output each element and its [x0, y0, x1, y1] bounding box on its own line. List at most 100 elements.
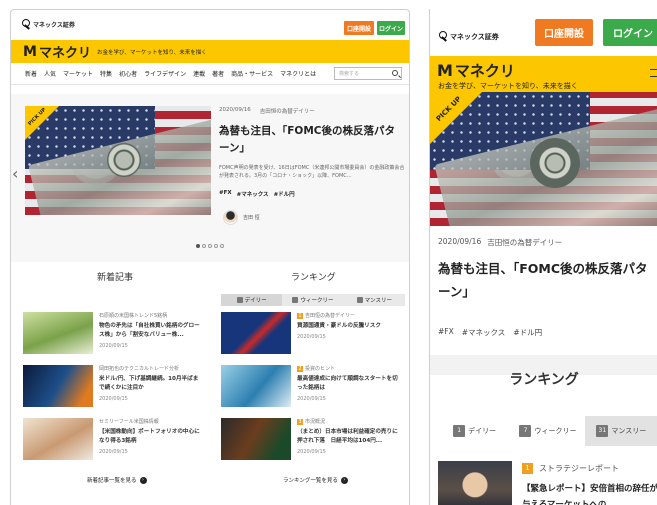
carousel-dot[interactable]	[208, 244, 212, 248]
list-item[interactable]: 岡田拓也のテクニカルトレード分析米ドル/円、下げ基調継続。10月半ばまで続くかに…	[23, 365, 203, 407]
carousel-dot[interactable]	[214, 244, 218, 248]
open-account-button[interactable]: 口座開設	[344, 21, 374, 35]
tab-label: デイリー	[468, 427, 497, 435]
site-name: マネクリ	[38, 46, 91, 61]
article-category-row: 1 ストラテジーレポート	[522, 463, 619, 474]
pickup-image[interactable]: PICK UP	[25, 106, 211, 215]
screenshot-stage: マネックス証券 口座開設 ログイン M マネクリ お金を学び、マーケットを知り、…	[0, 0, 657, 505]
carousel-dots	[196, 244, 224, 248]
site-banner: M マネクリ お金を学び、マーケットを知り、未来を描く	[430, 56, 657, 92]
carousel-dot[interactable]	[196, 244, 200, 248]
manekuri-mark-icon: M	[437, 60, 453, 80]
manekuri-logo[interactable]: M マネクリ	[23, 42, 91, 62]
tab-monthly[interactable]: 31 マンスリー	[584, 416, 657, 446]
tag-link[interactable]: #FX	[219, 190, 232, 198]
carousel-prev-icon[interactable]: ‹	[12, 164, 18, 183]
tab-daily[interactable]: 1 デイリー	[438, 416, 511, 446]
arrow-right-icon: ›	[340, 476, 348, 484]
mobile-page: マネックス証券 口座開設 ログイン M マネクリ お金を学び、マーケットを知り、…	[429, 9, 657, 505]
article-title: （まとめ）日本市場は利益確定の売りに押され下落 日経平均は104円...	[297, 429, 398, 444]
nav-item-market[interactable]: マーケット	[63, 69, 93, 78]
search-icon[interactable]	[392, 70, 398, 76]
tab-daily[interactable]: デイリー	[221, 294, 283, 306]
nav-item-series[interactable]: 連載	[193, 69, 205, 78]
list-item[interactable]: 3 市況概況 （まとめ）日本市場は利益確定の売りに押され下落 日経平均は104円..…	[221, 418, 401, 460]
tag-link[interactable]: #ドル円	[513, 327, 542, 338]
nav-item-feature[interactable]: 特集	[100, 69, 112, 78]
pickup-date: 2020/09/16	[438, 237, 482, 246]
monex-logo[interactable]: マネックス証券	[21, 19, 75, 30]
tab-label: デイリー	[244, 298, 267, 304]
nav-item-authors[interactable]: 著者	[212, 69, 224, 78]
list-item[interactable]: 石原順の米国株トレンド5銘柄 物色の矛先は「自社株買い銘柄のグロース株」から「割安…	[23, 312, 203, 354]
monex-logo[interactable]: マネックス証券	[438, 31, 499, 42]
arrow-right-icon: ›	[139, 476, 147, 484]
article-title: 米ドル/円、下げ基調継続。10月半ばまで続くかに注目か	[99, 376, 199, 391]
article-date: 2020/09/15	[99, 449, 128, 455]
tab-label: マンスリー	[611, 427, 647, 435]
desktop-page: マネックス証券 口座開設 ログイン M マネクリ お金を学び、マーケットを知り、…	[10, 9, 410, 505]
manekuri-logo[interactable]: M マネクリ	[437, 60, 515, 81]
list-item[interactable]: 2 投資のヒント 最高値達成に向けて順調なスタートを切った銘柄は 2020/09/15	[221, 365, 401, 407]
monex-brand-label: マネックス証券	[450, 32, 499, 41]
tab-weekly[interactable]: 7 ウィークリー	[511, 416, 584, 446]
pickup-series[interactable]: 吉田恒の為替デイリー	[487, 237, 562, 248]
pickup-meta: 2020/09/16 吉田恒の為替デイリー	[219, 107, 315, 115]
global-nav: 新着 人気 マーケット 特集 初心者 ライフデザイン 連載 著者 商品・サービス…	[11, 63, 409, 85]
nav-item-lifedesign[interactable]: ライフデザイン	[144, 69, 186, 78]
login-button[interactable]: ログイン	[377, 21, 405, 35]
menu-icon[interactable]	[650, 69, 657, 77]
ranking-heading[interactable]: ランキング	[291, 270, 336, 283]
carousel-dot[interactable]	[220, 244, 224, 248]
calendar-icon	[236, 297, 243, 303]
article-title: 【米国株動向】ポートフォリオの中心になり得る3銘柄	[99, 429, 200, 444]
tag-link[interactable]: #FX	[438, 327, 454, 338]
list-item[interactable]: セミリーフール米国株情報【米国株動向】ポートフォリオの中心になり得る3銘柄 202…	[23, 418, 203, 460]
tab-monthly[interactable]: マンスリー	[344, 294, 405, 306]
tag-link[interactable]: #ドル円	[274, 190, 295, 198]
article-date: 2020/09/15	[99, 343, 128, 349]
pickup-meta: 2020/09/16 吉田恒の為替デイリー	[438, 237, 562, 248]
rank-badge: 1	[522, 463, 533, 474]
pickup-title[interactable]: 為替も注目、「FOMC後の株反落パターン」	[219, 123, 405, 157]
article-thumbnail[interactable]	[438, 461, 512, 505]
nav-item-beginner[interactable]: 初心者	[119, 69, 137, 78]
article-category: 岡田拓也のテクニカルトレード分析	[99, 366, 180, 372]
article-category: セミリーフール米国株情報	[99, 419, 159, 425]
more-new-articles-link[interactable]: 新着記事一覧を見る ›	[87, 476, 147, 484]
article-date: 2020/09/15	[297, 449, 326, 455]
tag-link[interactable]: #マネックス	[237, 190, 269, 198]
more-ranking-link[interactable]: ランキング一覧を見る ›	[283, 476, 348, 484]
nav-item-new[interactable]: 新着	[25, 69, 37, 78]
login-button[interactable]: ログイン	[603, 19, 657, 46]
calendar-icon	[292, 297, 299, 303]
mobile-header: マネックス証券 口座開設 ログイン	[430, 9, 657, 56]
rank-badge: 1	[297, 313, 303, 319]
pickup-image[interactable]: PICK UP	[430, 92, 657, 226]
list-item[interactable]: 1 吉田恒の為替デイリー 資源国通貨・豪ドルの反騰リスク 2020/09/15	[221, 312, 401, 354]
carousel-dot[interactable]	[202, 244, 206, 248]
calendar-icon: 1	[453, 425, 466, 437]
monex-brand-label: マネックス証券	[33, 22, 75, 29]
rank-badge: 3	[297, 419, 303, 425]
site-tagline: お金を学び、マーケットを知り、未来を描く	[96, 49, 207, 56]
article-title[interactable]: 【緊急レポート】安倍首相の辞任が与えるマーケットへの	[522, 481, 657, 505]
monex-mark-icon	[438, 31, 448, 42]
article-thumbnail	[23, 312, 93, 354]
tag-link[interactable]: #マネックス	[462, 327, 506, 338]
pickup-author[interactable]: 吉田 恒	[223, 210, 260, 225]
pickup-tags: #FX #マネックス #ドル円	[219, 190, 295, 198]
pickup-series[interactable]: 吉田恒の為替デイリー	[260, 107, 315, 115]
open-account-button[interactable]: 口座開設	[535, 19, 593, 46]
nav-item-about[interactable]: マネクリとは	[280, 69, 316, 78]
pickup-title[interactable]: 為替も注目、「FOMC後の株反落パターン」	[438, 257, 657, 303]
tab-weekly[interactable]: ウィークリー	[282, 294, 343, 306]
search-input[interactable]: 検索する	[334, 67, 402, 80]
tab-label: マンスリー	[364, 298, 393, 304]
article-category: 市況概況	[305, 419, 326, 425]
nav-item-products[interactable]: 商品・サービス	[231, 69, 273, 78]
calendar-icon	[356, 297, 363, 303]
article-date: 2020/09/15	[99, 396, 128, 402]
nav-item-popular[interactable]: 人気	[44, 69, 56, 78]
new-articles-heading[interactable]: 新着記事	[97, 270, 133, 283]
